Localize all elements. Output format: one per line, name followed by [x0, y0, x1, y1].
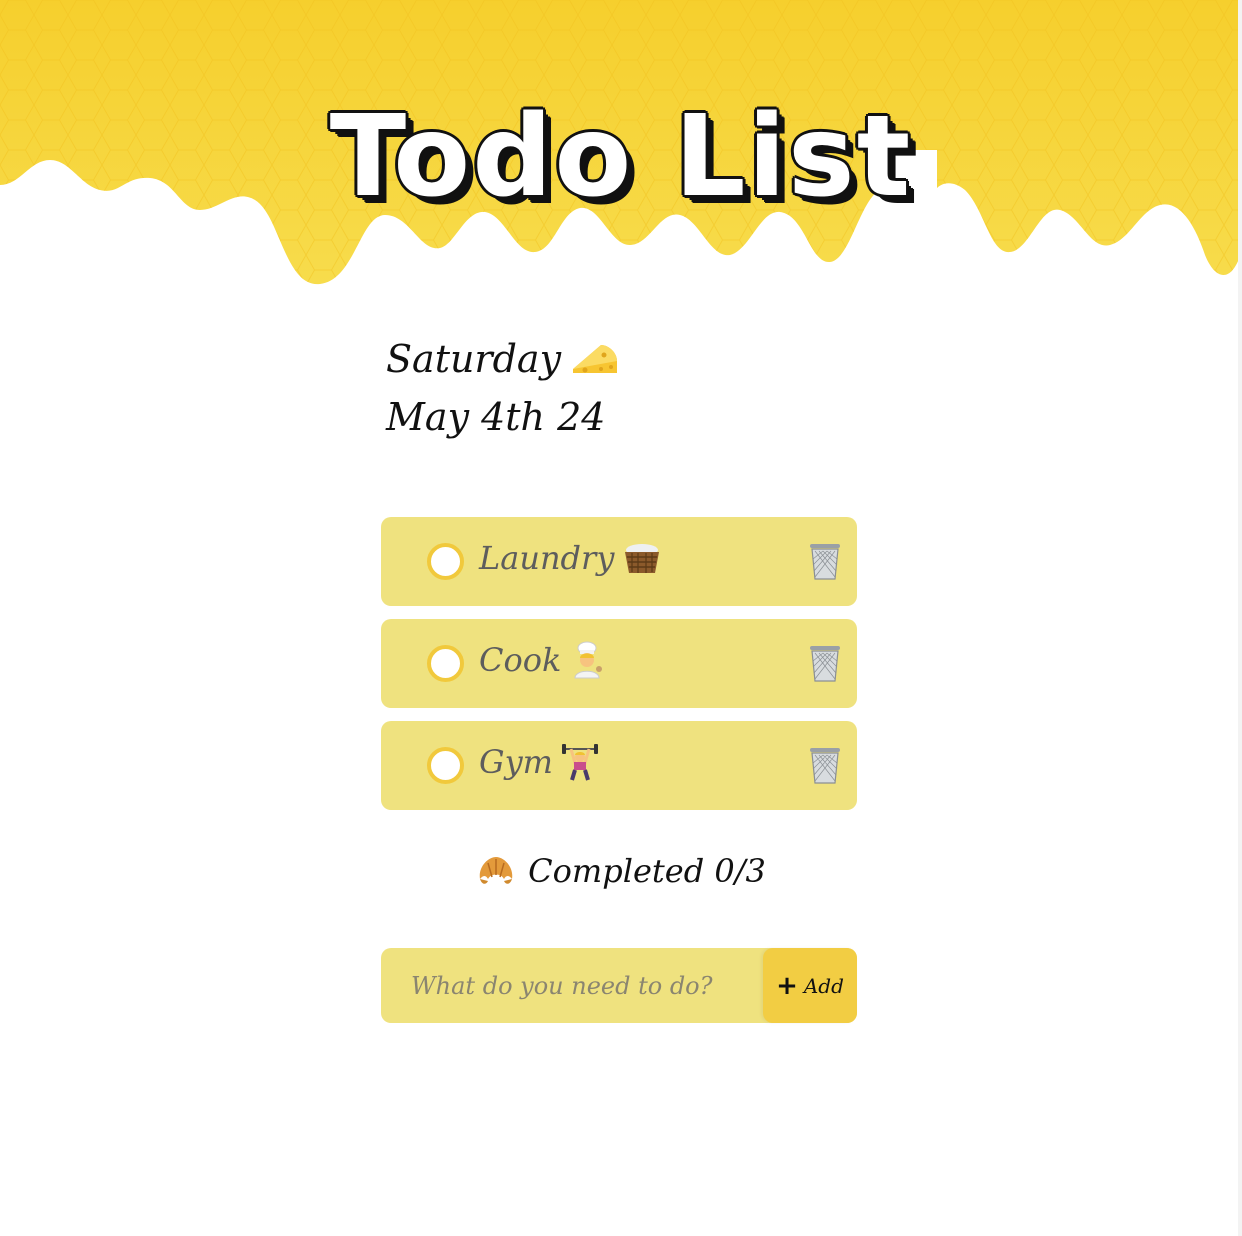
trash-icon[interactable]	[807, 643, 843, 683]
todo-label: Gym	[479, 743, 553, 781]
day-row: Saturday	[386, 330, 619, 388]
todo-label: Cook	[479, 641, 562, 679]
add-button-label: Add	[803, 973, 844, 998]
todo-list: Laundry Cook Gym	[381, 517, 857, 823]
todo-checkbox[interactable]	[427, 543, 464, 580]
todo-checkbox[interactable]	[427, 645, 464, 682]
cheese-icon	[573, 345, 618, 373]
todo-item-gym: Gym	[381, 721, 857, 810]
todo-item-laundry: Laundry	[381, 517, 857, 606]
weightlifter-icon	[561, 744, 598, 781]
add-todo-form: + Add	[381, 948, 857, 1023]
add-button[interactable]: + Add	[763, 948, 857, 1023]
trash-icon[interactable]	[807, 541, 843, 581]
trash-icon[interactable]	[807, 745, 843, 785]
todo-checkbox[interactable]	[427, 747, 464, 784]
cook-icon	[574, 641, 603, 679]
page-title: Todo List	[329, 92, 913, 222]
full-date: May 4th 24	[386, 395, 606, 439]
todo-label: Laundry	[479, 539, 615, 577]
completed-summary: Completed 0/3	[0, 852, 1242, 890]
completed-label: Completed 0/3	[528, 852, 766, 890]
date-block: Saturday May 4th 24	[386, 330, 619, 446]
croissant-icon	[479, 857, 513, 884]
plus-icon: +	[776, 970, 798, 1001]
todo-item-cook: Cook	[381, 619, 857, 708]
day-label: Saturday	[386, 337, 562, 381]
new-todo-input[interactable]	[381, 948, 765, 1023]
laundry-basket-icon	[625, 544, 660, 573]
